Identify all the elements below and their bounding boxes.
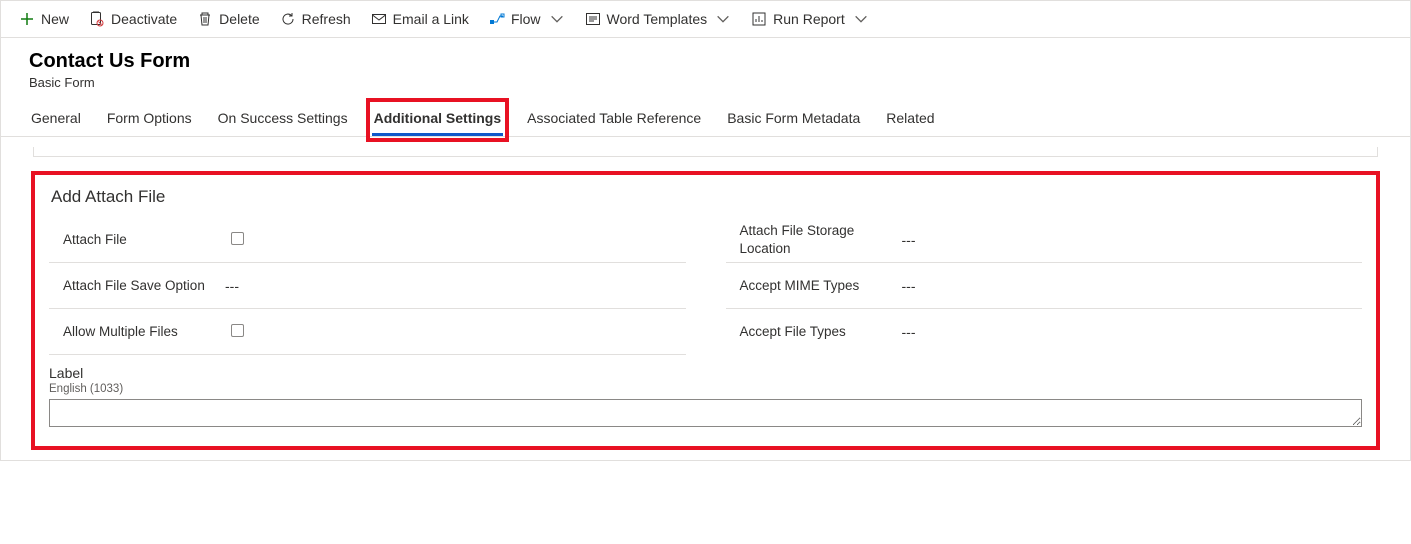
word-templates-button[interactable]: Word Templates (585, 11, 732, 27)
chevron-down-icon (715, 11, 731, 27)
storage-location-value: --- (896, 232, 1363, 248)
accept-mime-types-value: --- (896, 278, 1363, 294)
allow-multiple-files-field[interactable]: Allow Multiple Files (49, 309, 686, 355)
attach-file-label: Attach File (49, 231, 219, 249)
attach-file-save-option-label: Attach File Save Option (49, 277, 219, 295)
storage-location-field[interactable]: Attach File Storage Location --- (726, 217, 1363, 263)
left-column: Attach File Attach File Save Option --- … (49, 217, 686, 355)
tab-associated-table[interactable]: Associated Table Reference (525, 104, 703, 136)
accept-mime-types-label: Accept MIME Types (726, 277, 896, 295)
word-icon (585, 11, 601, 27)
page-subtitle: Basic Form (29, 75, 1382, 90)
new-button[interactable]: New (19, 11, 69, 27)
deactivate-button[interactable]: Deactivate (89, 11, 177, 27)
label-input[interactable] (49, 399, 1362, 427)
tab-on-success[interactable]: On Success Settings (216, 104, 350, 136)
attach-file-checkbox[interactable] (231, 232, 244, 245)
tab-form-options[interactable]: Form Options (105, 104, 194, 136)
trash-icon (197, 11, 213, 27)
command-bar: New Deactivate Delete Refresh Email a Li… (1, 1, 1410, 38)
label-block: Label English (1033) (49, 365, 1362, 430)
tab-related[interactable]: Related (884, 104, 936, 136)
flow-label: Flow (511, 11, 541, 27)
chevron-down-icon (549, 11, 565, 27)
prev-section-edge (33, 147, 1378, 157)
allow-multiple-files-checkbox[interactable] (231, 324, 244, 337)
delete-button[interactable]: Delete (197, 11, 259, 27)
refresh-button[interactable]: Refresh (280, 11, 351, 27)
report-icon (751, 11, 767, 27)
right-column: Attach File Storage Location --- Accept … (726, 217, 1363, 355)
attach-file-field[interactable]: Attach File (49, 217, 686, 263)
add-attach-file-section: Add Attach File Attach File Attach File … (31, 171, 1380, 450)
run-report-label: Run Report (773, 11, 845, 27)
refresh-icon (280, 11, 296, 27)
tab-additional-settings[interactable]: Additional Settings (372, 104, 504, 136)
page-title: Contact Us Form (29, 50, 1382, 73)
flow-icon (489, 11, 505, 27)
plus-icon (19, 11, 35, 27)
tab-bar: General Form Options On Success Settings… (1, 104, 1410, 137)
email-icon (371, 11, 387, 27)
email-link-label: Email a Link (393, 11, 469, 27)
accept-file-types-value: --- (896, 324, 1363, 340)
accept-file-types-label: Accept File Types (726, 323, 896, 341)
delete-label: Delete (219, 11, 259, 27)
label-heading: Label (49, 365, 1362, 381)
accept-mime-types-field[interactable]: Accept MIME Types --- (726, 263, 1363, 309)
attach-file-save-option-value: --- (219, 278, 686, 294)
email-link-button[interactable]: Email a Link (371, 11, 469, 27)
flow-button[interactable]: Flow (489, 11, 565, 27)
tab-metadata[interactable]: Basic Form Metadata (725, 104, 862, 136)
new-label: New (41, 11, 69, 27)
field-columns: Attach File Attach File Save Option --- … (49, 217, 1362, 355)
word-templates-label: Word Templates (607, 11, 708, 27)
content-area: Add Attach File Attach File Attach File … (1, 137, 1410, 460)
label-language: English (1033) (49, 383, 1362, 395)
storage-location-label: Attach File Storage Location (726, 222, 896, 257)
refresh-label: Refresh (302, 11, 351, 27)
form-header: Contact Us Form Basic Form (1, 38, 1410, 90)
accept-file-types-field[interactable]: Accept File Types --- (726, 309, 1363, 355)
chevron-down-icon (853, 11, 869, 27)
deactivate-label: Deactivate (111, 11, 177, 27)
deactivate-icon (89, 11, 105, 27)
app-window: New Deactivate Delete Refresh Email a Li… (0, 0, 1411, 461)
attach-file-save-option-field[interactable]: Attach File Save Option --- (49, 263, 686, 309)
section-title: Add Attach File (51, 187, 1362, 207)
run-report-button[interactable]: Run Report (751, 11, 869, 27)
tab-general[interactable]: General (29, 104, 83, 136)
allow-multiple-files-label: Allow Multiple Files (49, 323, 219, 341)
